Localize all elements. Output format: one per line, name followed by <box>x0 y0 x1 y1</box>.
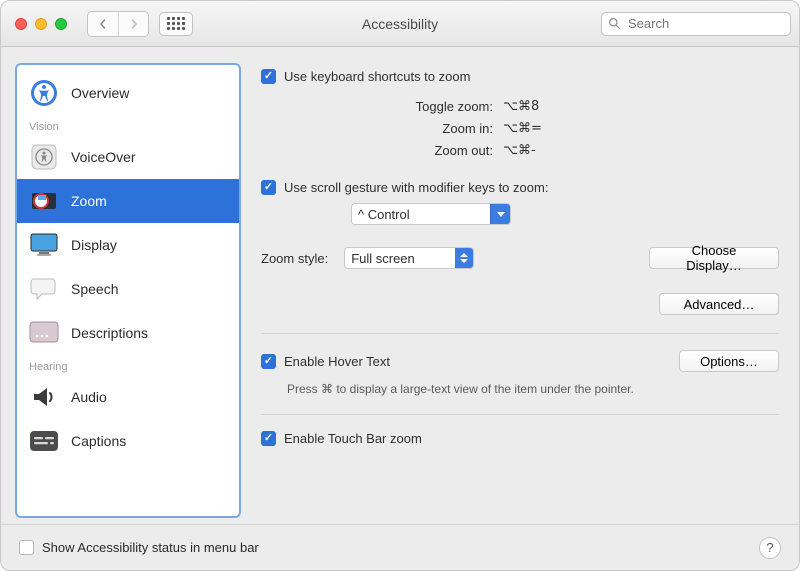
zoom-style-popup[interactable]: Full screen <box>344 247 474 269</box>
zoom-out-label: Zoom out: <box>261 140 493 162</box>
kb-shortcuts-label: Use keyboard shortcuts to zoom <box>284 69 470 84</box>
descriptions-icon <box>29 318 59 348</box>
sidebar-item-captions[interactable]: Captions <box>17 419 239 463</box>
captions-icon <box>29 426 59 456</box>
nav-back-forward <box>87 11 149 37</box>
sidebar-item-label: Audio <box>71 389 107 405</box>
zoom-icon <box>29 186 59 216</box>
chevron-down-icon <box>490 204 510 224</box>
back-button[interactable] <box>88 12 118 36</box>
advanced-button[interactable]: Advanced… <box>659 293 779 315</box>
status-menubar-label: Show Accessibility status in menu bar <box>42 540 259 555</box>
shortcut-list: Toggle zoom: ⌥⌘8 Zoom in: ⌥⌘= Zoom out: ⌥⌘- <box>261 96 779 162</box>
sidebar-item-label: Descriptions <box>71 325 148 341</box>
speech-icon <box>29 274 59 304</box>
zoom-style-label: Zoom style: <box>261 251 328 266</box>
minimize-window[interactable] <box>35 18 47 30</box>
divider <box>261 333 779 334</box>
stepper-icon <box>455 248 473 268</box>
sidebar-item-overview[interactable]: Overview <box>17 71 239 115</box>
voiceover-icon <box>29 142 59 172</box>
footer: Show Accessibility status in menu bar ? <box>1 524 799 570</box>
zoom-in-label: Zoom in: <box>261 118 493 140</box>
toggle-zoom-keys: ⌥⌘8 <box>503 96 539 118</box>
audio-icon <box>29 382 59 412</box>
sidebar-item-label: Zoom <box>71 193 107 209</box>
hover-hint: Press ⌘ to display a large-text view of … <box>287 382 779 396</box>
display-icon <box>29 230 59 260</box>
scroll-gesture-checkbox[interactable] <box>261 180 276 195</box>
sidebar-item-label: Speech <box>71 281 118 297</box>
show-all-button[interactable] <box>159 12 193 36</box>
toggle-zoom-label: Toggle zoom: <box>261 96 493 118</box>
sidebar-group-vision: Vision <box>17 115 239 135</box>
scroll-gesture-label: Use scroll gesture with modifier keys to… <box>284 180 548 195</box>
zoom-in-keys: ⌥⌘= <box>503 118 542 140</box>
sidebar-item-descriptions[interactable]: Descriptions <box>17 311 239 355</box>
status-menubar-checkbox[interactable] <box>19 540 34 555</box>
sidebar-item-label: Display <box>71 237 117 253</box>
overview-icon <box>29 78 59 108</box>
sidebar-item-label: Captions <box>71 433 126 449</box>
choose-display-button[interactable]: Choose Display… <box>649 247 779 269</box>
sidebar-item-label: Overview <box>71 85 129 101</box>
modifier-key-popup[interactable]: ^ Control <box>351 203 511 225</box>
zoom-window[interactable] <box>55 18 67 30</box>
forward-button[interactable] <box>118 12 148 36</box>
divider <box>261 414 779 415</box>
hover-text-checkbox[interactable] <box>261 354 276 369</box>
hover-options-button[interactable]: Options… <box>679 350 779 372</box>
help-button[interactable]: ? <box>759 537 781 559</box>
sidebar-item-zoom[interactable]: Zoom <box>17 179 239 223</box>
sidebar-item-audio[interactable]: Audio <box>17 375 239 419</box>
search-input[interactable] <box>626 15 784 32</box>
sidebar-item-label: VoiceOver <box>71 149 136 165</box>
grid-icon <box>167 17 185 30</box>
sidebar-group-hearing: Hearing <box>17 355 239 375</box>
sidebar-item-speech[interactable]: Speech <box>17 267 239 311</box>
content-pane: Use keyboard shortcuts to zoom Toggle zo… <box>255 63 785 518</box>
modifier-key-value: ^ Control <box>358 207 410 222</box>
search-icon <box>608 17 621 30</box>
window-controls <box>15 18 67 30</box>
close-window[interactable] <box>15 18 27 30</box>
kb-shortcuts-checkbox[interactable] <box>261 69 276 84</box>
search-field[interactable] <box>601 12 791 36</box>
title-bar: Accessibility <box>1 1 799 47</box>
zoom-style-value: Full screen <box>351 251 415 266</box>
touchbar-zoom-label: Enable Touch Bar zoom <box>284 431 422 446</box>
hover-text-label: Enable Hover Text <box>284 354 390 369</box>
zoom-out-keys: ⌥⌘- <box>503 140 536 162</box>
touchbar-zoom-checkbox[interactable] <box>261 431 276 446</box>
sidebar-item-voiceover[interactable]: VoiceOver <box>17 135 239 179</box>
sidebar: Overview Vision VoiceOver Zoom Display <box>15 63 241 518</box>
sidebar-item-display[interactable]: Display <box>17 223 239 267</box>
